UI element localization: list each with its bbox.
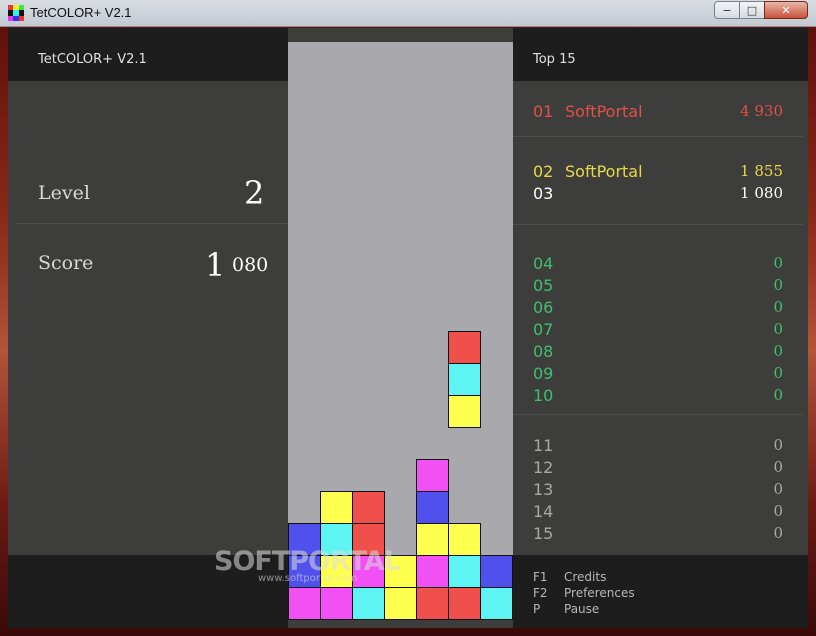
score-points: 0 xyxy=(773,276,783,294)
stacked-block xyxy=(416,587,449,620)
stacked-block xyxy=(288,587,321,620)
score-rank: 14 xyxy=(533,502,554,521)
score-points: 0 xyxy=(773,502,783,520)
key-help: F1 Credits F2 Preferences P Pause xyxy=(533,570,733,618)
score-row: 14 0 xyxy=(533,502,783,522)
stats-divider xyxy=(16,223,288,224)
game-board xyxy=(288,42,513,620)
score-row: 09 0 xyxy=(533,364,783,384)
stacked-block xyxy=(480,555,513,588)
score-rank: 01 xyxy=(533,102,554,121)
score-rank: 13 xyxy=(533,480,554,499)
stacked-block xyxy=(480,587,513,620)
score-rank: 04 xyxy=(533,254,554,273)
score-rank: 08 xyxy=(533,342,554,361)
score-row: 06 0 xyxy=(533,298,783,318)
maximize-button[interactable]: □ xyxy=(739,1,765,19)
score-row: 02 SoftPortal 1 855 xyxy=(533,162,783,182)
app-icon xyxy=(8,5,24,21)
falling-block xyxy=(448,331,481,364)
score-row: 03 1 080 xyxy=(533,184,783,204)
close-button[interactable]: ✕ xyxy=(764,1,808,19)
level-label: Level xyxy=(38,182,90,204)
score-points: 0 xyxy=(773,436,783,454)
stacked-block xyxy=(384,587,417,620)
score-points: 0 xyxy=(773,320,783,338)
score-row: 13 0 xyxy=(533,480,783,500)
stacked-block xyxy=(416,459,449,492)
stacked-block xyxy=(448,523,481,556)
score-rank: 07 xyxy=(533,320,554,339)
window-controls: − □ ✕ xyxy=(714,1,808,19)
score-row: 01 SoftPortal 4 930 xyxy=(533,102,783,122)
key-help-row: F2 Preferences xyxy=(533,586,733,602)
score-player-name: SoftPortal xyxy=(565,162,643,181)
level-value: 2 xyxy=(244,174,265,212)
score-label: Score xyxy=(38,252,94,274)
score-player-name: SoftPortal xyxy=(565,102,643,121)
stacked-block xyxy=(448,587,481,620)
score-points: 1 855 xyxy=(740,162,783,180)
score-points: 0 xyxy=(773,298,783,316)
score-rank: 09 xyxy=(533,364,554,383)
score-rank: 10 xyxy=(533,386,554,405)
stacked-block xyxy=(352,491,385,524)
window-titlebar: TetCOLOR+ V2.1 − □ ✕ xyxy=(0,0,816,27)
stacked-block xyxy=(416,555,449,588)
score-points: 0 xyxy=(773,458,783,476)
score-points: 0 xyxy=(773,254,783,272)
key-help-row: F1 Credits xyxy=(533,570,733,586)
score-points: 1 080 xyxy=(740,184,783,202)
score-rank: 06 xyxy=(533,298,554,317)
score-row: 07 0 xyxy=(533,320,783,340)
score-rank: 03 xyxy=(533,184,554,203)
minimize-button[interactable]: − xyxy=(714,1,740,19)
score-points: 0 xyxy=(773,364,783,382)
score-rank: 12 xyxy=(533,458,554,477)
stacked-block xyxy=(448,555,481,588)
key-name: F1 xyxy=(533,570,548,584)
top-scores-title: Top 15 xyxy=(533,52,576,67)
key-description: Credits xyxy=(564,570,607,584)
score-row: 10 0 xyxy=(533,386,783,406)
watermark-url: www.softportal.com xyxy=(258,573,358,584)
scores-divider xyxy=(513,224,803,225)
score-row: 08 0 xyxy=(533,342,783,362)
score-row: 12 0 xyxy=(533,458,783,478)
key-help-row: P Pause xyxy=(533,602,733,618)
score-points: 0 xyxy=(773,386,783,404)
scores-divider xyxy=(513,414,803,415)
score-value-rest: 080 xyxy=(232,254,269,276)
stacked-block xyxy=(320,587,353,620)
scores-divider xyxy=(513,136,803,137)
score-rank: 05 xyxy=(533,276,554,295)
score-row: 05 0 xyxy=(533,276,783,296)
score-points: 0 xyxy=(773,480,783,498)
key-description: Pause xyxy=(564,602,600,616)
score-row: 11 0 xyxy=(533,436,783,456)
key-description: Preferences xyxy=(564,586,635,600)
score-points: 4 930 xyxy=(740,102,783,120)
falling-block xyxy=(448,363,481,396)
stacked-block xyxy=(416,523,449,556)
app-title: TetCOLOR+ V2.1 xyxy=(38,52,147,67)
key-name: F2 xyxy=(533,586,548,600)
score-rank: 11 xyxy=(533,436,554,455)
score-rank: 15 xyxy=(533,524,554,543)
score-points: 0 xyxy=(773,524,783,542)
score-row: 04 0 xyxy=(533,254,783,274)
stacked-block xyxy=(416,491,449,524)
window-title: TetCOLOR+ V2.1 xyxy=(30,5,132,20)
score-row: 15 0 xyxy=(533,524,783,544)
stacked-block xyxy=(352,587,385,620)
falling-block xyxy=(448,395,481,428)
stacked-block xyxy=(320,491,353,524)
score-value-thousands: 1 xyxy=(205,246,226,284)
game-frame: TetCOLOR+ V2.1 Top 15 Level 2 Score 1 08… xyxy=(8,28,808,628)
score-points: 0 xyxy=(773,342,783,360)
score-rank: 02 xyxy=(533,162,554,181)
key-name: P xyxy=(533,602,541,616)
